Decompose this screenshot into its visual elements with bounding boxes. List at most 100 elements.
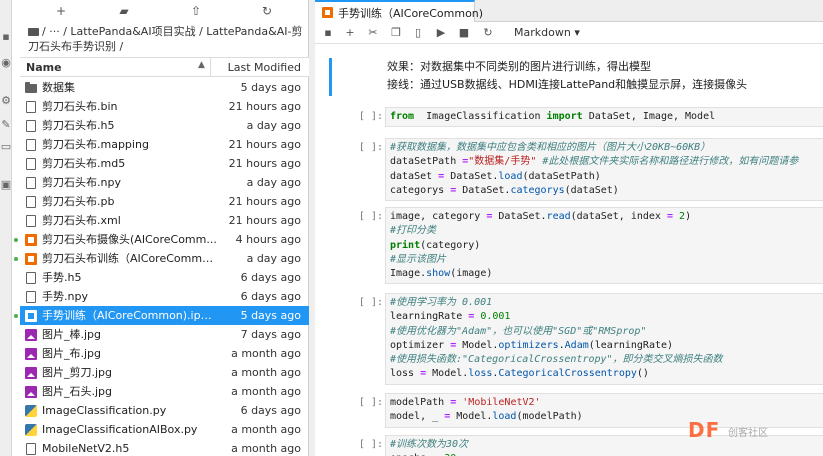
palette-icon[interactable]: ⚙ bbox=[0, 94, 12, 108]
code-line: #使用损失函数:"CategoricalCrossentropy"，即分类交叉熵… bbox=[390, 353, 820, 367]
code-token: dataSet bbox=[390, 170, 439, 182]
code-token: (dataSet) bbox=[564, 184, 619, 196]
refresh-button[interactable]: ↻ bbox=[258, 3, 276, 19]
code-editor[interactable]: modelPath = 'MobileNetV2' model, _ = Mode… bbox=[385, 393, 823, 428]
code-token: import bbox=[546, 111, 583, 122]
sort-caret-icon[interactable]: ▲ bbox=[198, 60, 205, 70]
modified-column-header[interactable]: Last Modified bbox=[228, 61, 301, 74]
file-name: 图片_棒.jpg bbox=[42, 328, 102, 341]
extension-icon[interactable]: ▣ bbox=[0, 178, 12, 192]
wrench-icon[interactable]: ✎ bbox=[0, 118, 12, 132]
code-line: loss = Model.loss.CategoricalCrossentrop… bbox=[390, 367, 820, 381]
cell-type-value: Markdown bbox=[514, 26, 571, 39]
code-editor[interactable]: image, category = DataSet.read(dataSet, … bbox=[385, 207, 823, 285]
folder-icon[interactable]: ▪ bbox=[0, 30, 12, 44]
code-token: optimizer bbox=[390, 339, 451, 351]
code-token: Image. bbox=[390, 268, 427, 280]
image-icon bbox=[25, 348, 37, 360]
code-token: "数据集/手势" bbox=[468, 156, 537, 168]
image-icon bbox=[25, 367, 37, 379]
code-token: (learningRate) bbox=[588, 339, 674, 351]
file-row[interactable]: 剪刀石头布.xml 21 hours ago bbox=[20, 211, 309, 230]
file-row[interactable]: 图片_布.jpg a month ago bbox=[20, 344, 309, 363]
file-row[interactable]: 图片_石头.jpg a month ago bbox=[20, 382, 309, 401]
code-editor[interactable]: from ImageClassification import DataSet,… bbox=[385, 107, 823, 128]
notebook-icon bbox=[322, 7, 333, 18]
file-row[interactable]: 手势.npy 6 days ago bbox=[20, 287, 309, 306]
code-token: (dataSetPath) bbox=[522, 170, 601, 182]
file-modified: 7 days ago bbox=[240, 328, 301, 341]
file-row[interactable]: 剪刀石头布.pb 21 hours ago bbox=[20, 192, 309, 211]
code-line: Image.show(image) bbox=[390, 267, 820, 281]
new-launcher-button[interactable]: + bbox=[52, 3, 70, 19]
file-row[interactable]: 剪刀石头布.md5 21 hours ago bbox=[20, 154, 309, 173]
code-token: learningRate bbox=[390, 311, 469, 323]
file-row[interactable]: 手势训练（AICoreCommon).ipynb 5 days ago bbox=[14, 306, 309, 325]
file-row[interactable]: 剪刀石头布训练（AICoreCommo... a day ago bbox=[14, 249, 309, 268]
file-name: 剪刀石头布.npy bbox=[42, 176, 121, 189]
code-editor[interactable]: #使用学习率为 0.001 learningRate = 0.001 #使用优化器为… bbox=[385, 293, 823, 385]
column-divider[interactable] bbox=[210, 58, 211, 76]
breadcrumb-path[interactable]: / ··· / LattePanda&AI项目实战 / LattePanda&A… bbox=[28, 25, 302, 53]
file-row[interactable]: 剪刀石头布摄像头(AICoreComm... 4 hours ago bbox=[14, 230, 309, 249]
name-column-header[interactable]: Name bbox=[26, 61, 62, 74]
file-row[interactable]: ImageClassificationAIBox.py a month ago bbox=[20, 420, 309, 439]
file-modified: 5 days ago bbox=[240, 309, 301, 322]
file-icon bbox=[26, 139, 36, 151]
code-token: #打印分类 bbox=[390, 225, 437, 237]
code-token: Model. bbox=[426, 368, 469, 380]
code-token: categorys bbox=[390, 184, 451, 196]
run-icon[interactable]: ▶ bbox=[433, 25, 449, 41]
restart-icon[interactable]: ↻ bbox=[480, 25, 496, 41]
file-modified: 5 days ago bbox=[240, 81, 301, 94]
cut-icon[interactable]: ✂ bbox=[365, 25, 381, 41]
tabs-icon[interactable]: ▭ bbox=[0, 140, 12, 154]
file-name: 剪刀石头布.xml bbox=[42, 214, 121, 227]
breadcrumb[interactable]: / ··· / LattePanda&AI项目实战 / LattePanda&A… bbox=[28, 24, 306, 54]
running-indicator-icon bbox=[14, 257, 18, 261]
code-token: loss bbox=[390, 368, 421, 380]
code-line: model, _ = Model.load(modelPath) bbox=[390, 410, 820, 424]
running-indicator-icon bbox=[14, 314, 18, 318]
paste-icon[interactable]: ▯ bbox=[410, 25, 426, 41]
file-row[interactable]: ImageClassification.py 6 days ago bbox=[20, 401, 309, 420]
folder-icon[interactable] bbox=[28, 28, 39, 36]
code-line: #打印分类 bbox=[390, 224, 820, 238]
code-token: DataSet, Image, Model bbox=[582, 111, 716, 122]
file-row[interactable]: 剪刀石头布.npy a day ago bbox=[20, 173, 309, 192]
running-icon[interactable]: ◉ bbox=[0, 56, 12, 70]
stop-icon[interactable]: ■ bbox=[456, 25, 472, 41]
file-row[interactable]: 图片_棒.jpg 7 days ago bbox=[20, 325, 309, 344]
new-folder-button[interactable]: ▰ bbox=[115, 3, 133, 19]
file-row[interactable]: 手势.h5 6 days ago bbox=[20, 268, 309, 287]
file-row[interactable]: 数据集 5 days ago bbox=[20, 78, 309, 97]
file-row[interactable]: MobileNetV2.h5 a month ago bbox=[20, 439, 309, 456]
file-row[interactable]: 图片_剪刀.jpg a month ago bbox=[20, 363, 309, 382]
code-token: load bbox=[498, 170, 523, 182]
watermark-sub: 创客社区 bbox=[728, 428, 768, 439]
file-row[interactable]: 剪刀石头布.h5 a day ago bbox=[20, 116, 309, 135]
cell-prompt: [ ]: bbox=[358, 211, 383, 222]
code-line: #获取数据集，数据集中应包含类和相应的图片（图片大小20KB~60KB） bbox=[390, 141, 820, 155]
markdown-line: 效果：对数据集中不同类别的图片进行训练，得出模型 bbox=[387, 60, 651, 73]
notebook-icon bbox=[25, 310, 37, 322]
save-icon[interactable]: ▪ bbox=[320, 25, 336, 41]
copy-icon[interactable]: ❐ bbox=[388, 25, 404, 41]
markdown-cell[interactable]: 效果：对数据集中不同类别的图片进行训练，得出模型 接线：通过USB数据线、HDM… bbox=[385, 58, 815, 94]
code-token: show bbox=[426, 268, 451, 280]
file-row[interactable]: 剪刀石头布.mapping 21 hours ago bbox=[20, 135, 309, 154]
upload-button[interactable]: ⇧ bbox=[187, 3, 205, 19]
code-token: Adam bbox=[564, 339, 589, 351]
file-row[interactable]: 剪刀石头布.bin 21 hours ago bbox=[20, 97, 309, 116]
code-token: DataSet. bbox=[444, 170, 499, 182]
code-token: from bbox=[390, 111, 415, 122]
add-cell-icon[interactable]: + bbox=[342, 25, 358, 41]
file-modified: 21 hours ago bbox=[228, 195, 301, 208]
cell-type-select[interactable]: Markdown ▾ bbox=[514, 25, 580, 41]
code-editor[interactable]: #获取数据集，数据集中应包含类和相应的图片（图片大小20KB~60KB） data… bbox=[385, 138, 823, 202]
tab-notebook[interactable]: 手势训练（AICoreCommon) bbox=[315, 0, 483, 22]
code-token: Model. bbox=[456, 339, 499, 351]
file-icon bbox=[26, 196, 36, 208]
file-list-header: Name ▲ Last Modified bbox=[20, 57, 309, 77]
image-icon bbox=[25, 386, 37, 398]
